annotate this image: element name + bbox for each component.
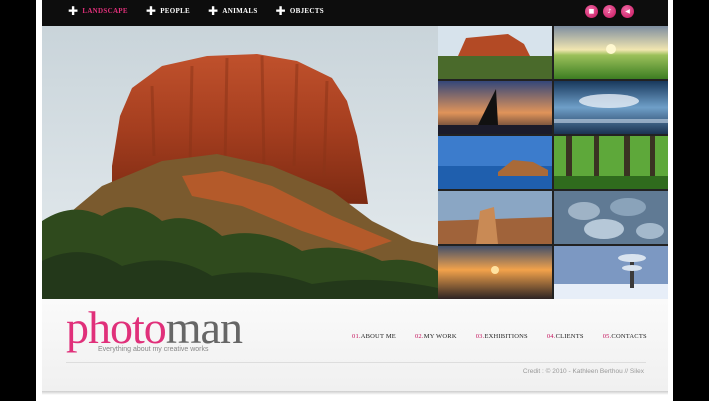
thumbnail-rocks[interactable] bbox=[554, 191, 668, 244]
footer-nav-number: 02. bbox=[414, 333, 424, 340]
footer-nav: 01.ABOUT ME 02.MY WORK 03.EXHIBITIONS 04… bbox=[352, 333, 647, 340]
plus-icon: ✚ bbox=[275, 4, 286, 18]
footer-nav-label: CLIENTS bbox=[555, 333, 584, 340]
music-icon[interactable]: ♪ bbox=[603, 5, 616, 18]
thumbnail-mesa[interactable] bbox=[438, 26, 552, 79]
tagline: Everything about my creative works bbox=[98, 346, 209, 353]
footer-divider bbox=[66, 362, 646, 363]
nav-item-label: LANDSCAPE bbox=[82, 7, 128, 15]
thumbnail-forest[interactable] bbox=[554, 136, 668, 189]
footer-nav-contacts[interactable]: 05.CONTACTS bbox=[603, 333, 647, 340]
footer-nav-my-work[interactable]: 02.MY WORK bbox=[415, 333, 457, 340]
site-frame: ✚ LANDSCAPE ✚ PEOPLE ✚ ANIMALS ✚ OBJECTS… bbox=[36, 0, 673, 401]
footer-nav-about-me[interactable]: 01.ABOUT ME bbox=[352, 333, 396, 340]
footer-nav-exhibitions[interactable]: 03.EXHIBITIONS bbox=[476, 333, 528, 340]
nav-item-label: OBJECTS bbox=[289, 7, 324, 15]
footer-nav-label: CONTACTS bbox=[611, 333, 647, 340]
nav-item-label: ANIMALS bbox=[222, 7, 258, 15]
footer-nav-number: 01. bbox=[352, 333, 361, 340]
thumbnail-snow-tree[interactable] bbox=[554, 246, 668, 299]
category-nav: ✚ LANDSCAPE ✚ PEOPLE ✚ ANIMALS ✚ OBJECTS bbox=[68, 4, 324, 18]
sound-icon[interactable]: ◀ bbox=[621, 5, 634, 18]
media-controls: ■ ♪ ◀ bbox=[585, 5, 634, 18]
footer-shadow bbox=[42, 391, 668, 395]
featured-photo[interactable] bbox=[42, 26, 438, 299]
nav-item-landscape[interactable]: ✚ LANDSCAPE bbox=[68, 4, 128, 18]
plus-icon: ✚ bbox=[68, 4, 79, 18]
thumbnail-green-field[interactable] bbox=[554, 26, 668, 79]
thumbnail-sailboat-sunset[interactable] bbox=[438, 81, 552, 134]
nav-item-label: PEOPLE bbox=[160, 7, 191, 15]
footer: photoman Everything about my creative wo… bbox=[42, 299, 668, 391]
top-navigation-bar: ✚ LANDSCAPE ✚ PEOPLE ✚ ANIMALS ✚ OBJECTS… bbox=[42, 0, 668, 26]
nav-item-objects[interactable]: ✚ OBJECTS bbox=[275, 4, 324, 18]
thumbnail-beach-sunset[interactable] bbox=[438, 246, 552, 299]
plus-icon: ✚ bbox=[208, 4, 219, 18]
footer-nav-label: ABOUT ME bbox=[360, 333, 396, 340]
thumbnail-coast[interactable] bbox=[438, 136, 552, 189]
fullscreen-icon[interactable]: ■ bbox=[585, 5, 598, 18]
footer-nav-clients[interactable]: 04.CLIENTS bbox=[547, 333, 584, 340]
thumbnail-canyon[interactable] bbox=[438, 191, 552, 244]
thumbnail-grid bbox=[438, 26, 668, 299]
footer-nav-label: MY WORK bbox=[423, 333, 457, 340]
footer-nav-label: EXHIBITIONS bbox=[484, 333, 528, 340]
thumbnail-cloudy-sky[interactable] bbox=[554, 81, 668, 134]
credit-text: Credit : © 2010 - Kathleen Berthou // Si… bbox=[522, 368, 644, 375]
nav-item-people[interactable]: ✚ PEOPLE bbox=[145, 4, 191, 18]
plus-icon: ✚ bbox=[145, 4, 157, 18]
footer-nav-number: 04. bbox=[546, 333, 556, 340]
nav-item-animals[interactable]: ✚ ANIMALS bbox=[208, 4, 258, 18]
